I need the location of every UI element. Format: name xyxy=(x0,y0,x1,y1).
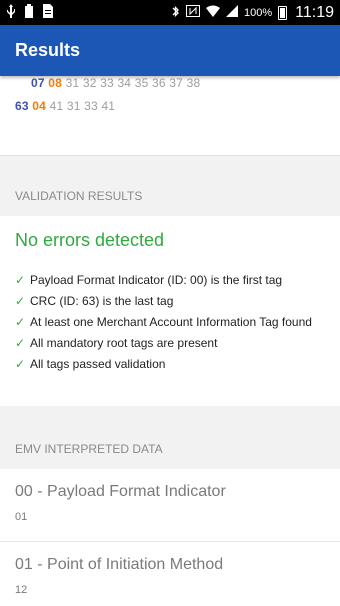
emv-item-value: 01 xyxy=(15,511,28,523)
status-bar: 100% 11:19 xyxy=(0,0,340,25)
checkmark-icon: ✓ xyxy=(15,357,26,371)
app-bar: Results xyxy=(0,25,340,76)
hex-length: 08 xyxy=(48,76,63,90)
check-item: ✓ At least one Merchant Account Informat… xyxy=(15,315,325,329)
hex-length: 04 xyxy=(32,99,47,113)
hex-data: 31 32 33 34 35 36 37 38 xyxy=(65,76,201,90)
wifi-icon xyxy=(206,5,220,20)
validation-card: No errors detected ✓ Payload Format Indi… xyxy=(0,216,340,406)
check-text: All tags passed validation xyxy=(30,357,166,371)
usb-icon xyxy=(6,4,16,21)
check-item: ✓ Payload Format Indicator (ID: 00) is t… xyxy=(15,273,325,287)
validation-section-header: VALIDATION RESULTS xyxy=(0,176,340,216)
checkmark-icon: ✓ xyxy=(15,294,26,308)
list-item[interactable]: 00 - Payload Format Indicator 01 xyxy=(0,469,340,542)
emv-data-list: 00 - Payload Format Indicator 01 01 - Po… xyxy=(0,469,340,606)
list-item[interactable]: 01 - Point of Initiation Method 12 xyxy=(0,542,340,606)
hex-tag: 07 xyxy=(31,76,45,90)
check-item: ✓ CRC (ID: 63) is the last tag xyxy=(15,294,325,308)
check-item: ✓ All tags passed validation xyxy=(15,357,325,371)
battery-saver-icon xyxy=(24,4,34,21)
hex-dump-card: 07 08 31 32 33 34 35 36 37 38 63 04 41 3… xyxy=(0,76,340,156)
emv-section-header: EMV INTERPRETED DATA xyxy=(0,429,340,469)
check-item: ✓ All mandatory root tags are present xyxy=(15,336,325,350)
checkmark-icon: ✓ xyxy=(15,315,26,329)
emv-item-title: 00 - Payload Format Indicator xyxy=(15,483,226,500)
battery-percent: 100% xyxy=(244,6,273,19)
hex-tag: 63 xyxy=(15,99,29,113)
validation-check-list: ✓ Payload Format Indicator (ID: 00) is t… xyxy=(15,273,325,371)
signal-icon xyxy=(226,5,238,20)
hex-data: 41 31 33 41 xyxy=(49,99,116,113)
check-text: At least one Merchant Account Informatio… xyxy=(30,315,312,329)
check-text: Payload Format Indicator (ID: 00) is the… xyxy=(30,273,283,287)
page-title: Results xyxy=(15,40,81,60)
hex-line: 07 08 31 32 33 34 35 36 37 38 xyxy=(31,76,200,90)
validation-status: No errors detected xyxy=(15,230,165,250)
checkmark-icon: ✓ xyxy=(15,336,26,350)
check-text: CRC (ID: 63) is the last tag xyxy=(30,294,174,308)
battery-icon xyxy=(278,5,288,20)
document-icon xyxy=(42,4,54,21)
hex-line: 63 04 41 31 33 41 xyxy=(15,99,115,113)
bluetooth-icon xyxy=(172,5,180,21)
emv-item-title: 01 - Point of Initiation Method xyxy=(15,556,224,573)
nfc-icon xyxy=(186,5,200,20)
emv-item-value: 12 xyxy=(15,584,28,596)
check-text: All mandatory root tags are present xyxy=(30,336,218,350)
clock: 11:19 xyxy=(295,3,334,21)
checkmark-icon: ✓ xyxy=(15,273,26,287)
